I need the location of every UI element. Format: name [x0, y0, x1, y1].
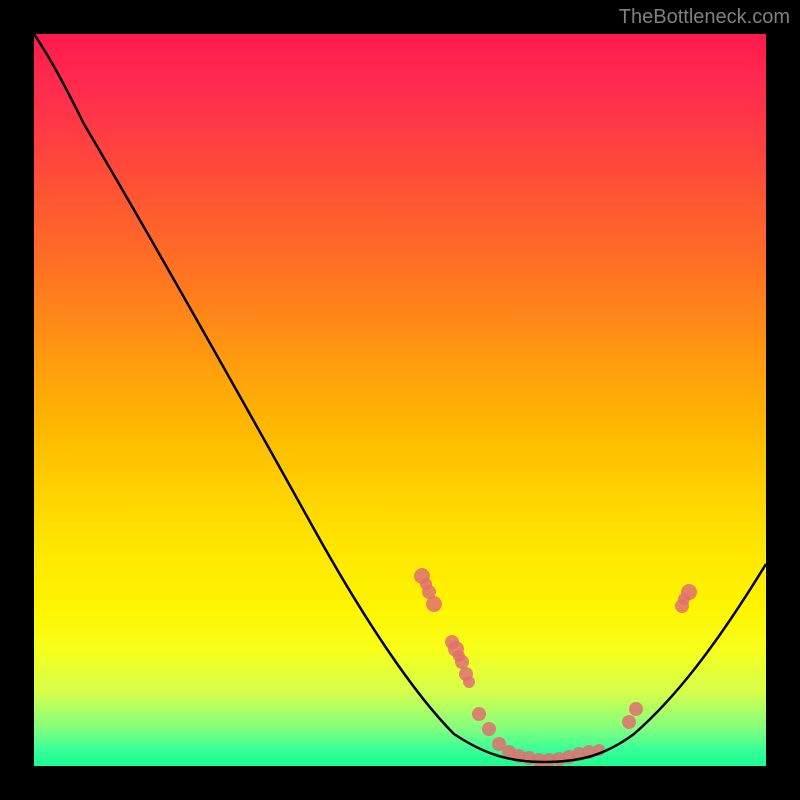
- scatter-point: [678, 593, 690, 605]
- scatter-point: [472, 707, 486, 721]
- watermark-text: TheBottleneck.com: [619, 6, 790, 29]
- curve-line: [34, 34, 766, 762]
- scatter-point: [463, 676, 475, 688]
- scatter-point: [622, 715, 636, 729]
- chart-svg: [34, 34, 766, 766]
- scatter-point: [482, 722, 496, 736]
- scatter-point: [629, 702, 643, 716]
- chart-area: [34, 34, 766, 766]
- scatter-point: [420, 578, 432, 590]
- scatter-point: [453, 650, 465, 662]
- scatter-point: [426, 596, 442, 612]
